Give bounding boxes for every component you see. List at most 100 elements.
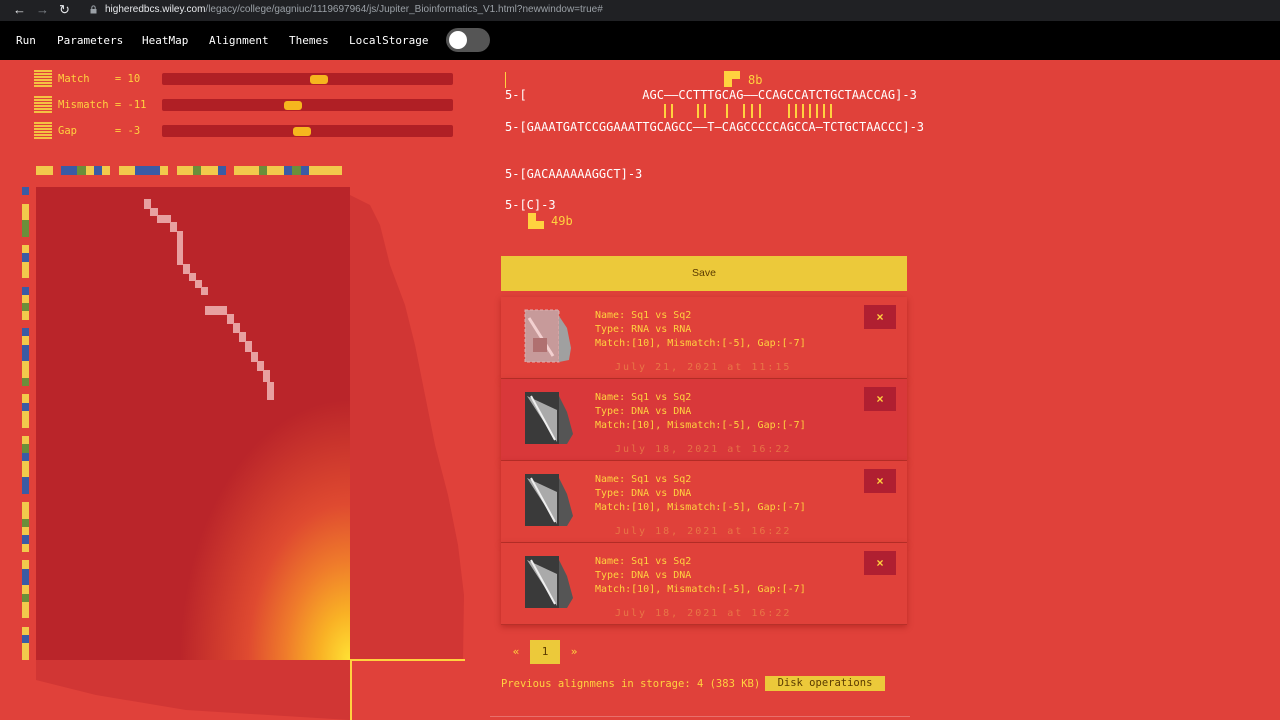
nucleotide-cell (22, 560, 29, 569)
sequence-1: 5-[ AGC——CCTTTGCAG——CCAGCCATCTGCTAACCAG]… (505, 88, 917, 102)
nucleotide-cell (22, 427, 29, 436)
nucleotide-cell (201, 166, 210, 175)
nucleotide-cell (22, 535, 29, 544)
nucleotide-cell (22, 286, 29, 295)
nucleotide-cell (135, 166, 144, 175)
nucleotide-cell (22, 411, 29, 420)
nucleotide-cell (22, 601, 29, 611)
nucleotide-cell (143, 166, 152, 175)
nucleotide-cell (22, 228, 29, 237)
reload-icon[interactable]: ↻ (59, 2, 70, 18)
lock-icon (90, 5, 97, 14)
sequence-3: 5-[GACAAAAAAGGCT]-3 (505, 167, 643, 181)
param-mismatch: Mismatch = -11 (34, 96, 454, 114)
sequence-2: 5-[GAAATGATCCGGAAATTGCAGCC——T—CAGCCCCCAG… (505, 120, 925, 134)
address-bar[interactable]: higheredbcs.wiley.com/legacy/college/gag… (105, 4, 603, 16)
param-gap: Gap = -3 (34, 122, 454, 140)
match-slider-thumb[interactable] (310, 75, 328, 84)
nucleotide-cell (126, 166, 136, 175)
nucleotide-cell (300, 166, 309, 175)
nucleotide-cell (22, 585, 29, 594)
menu-alignment[interactable]: Alignment (209, 34, 269, 48)
nucleotide-cell (22, 469, 29, 478)
nucleotide-cell (93, 166, 103, 175)
saved-item[interactable]: Name: Sq1 vs Sq2 Type: DNA vs DNA Match:… (501, 379, 907, 461)
pagination-page-1[interactable]: 1 (530, 640, 560, 664)
menu-run[interactable]: Run (16, 34, 36, 48)
nucleotide-cell (168, 166, 177, 175)
alignment-path (144, 199, 274, 400)
nucleotide-cell (36, 166, 45, 175)
nucleotide-cell (341, 166, 351, 175)
saved-item-params: Match:[10], Mismatch:[-5], Gap:[-7] (595, 338, 806, 349)
nucleotide-cell (22, 319, 29, 329)
match-icon (34, 70, 52, 87)
saved-item-name: Name: Sq1 vs Sq2 (595, 392, 692, 403)
save-button[interactable]: Save (501, 256, 907, 291)
nucleotide-cell (22, 253, 29, 262)
nucleotide-cell (22, 377, 29, 387)
heatmap-thumbnail (525, 474, 573, 526)
gap-slider-thumb[interactable] (293, 127, 311, 136)
delete-button[interactable]: × (864, 387, 896, 411)
nucleotide-cell (22, 510, 29, 519)
heatmap-top-sequence (36, 166, 351, 175)
nucleotide-cell (22, 211, 29, 221)
disk-operations-button[interactable]: Disk operations (765, 676, 885, 691)
nucleotide-cell (22, 626, 29, 636)
nucleotide-cell (159, 166, 169, 175)
saved-item-params: Match:[10], Mismatch:[-5], Gap:[-7] (595, 502, 806, 513)
nucleotide-cell (193, 166, 202, 175)
saved-item[interactable]: Name: Sq1 vs Sq2 Type: DNA vs DNA Match:… (501, 543, 907, 625)
saved-item-date: July 18, 2021 at 16:22 (615, 526, 792, 537)
menu-parameters[interactable]: Parameters (57, 34, 123, 48)
match-slider[interactable] (162, 73, 453, 85)
delete-button[interactable]: × (864, 469, 896, 493)
nucleotide-cell (118, 166, 127, 175)
saved-item-name: Name: Sq1 vs Sq2 (595, 310, 692, 321)
mismatch-slider-thumb[interactable] (284, 101, 302, 110)
pagination-next[interactable]: » (566, 640, 582, 664)
storage-status: Previous alignmens in storage: 4 (383 KB… (501, 678, 761, 690)
nucleotide-cell (22, 369, 29, 378)
nucleotide-cell (22, 444, 29, 453)
saved-item[interactable]: Name: Sq1 vs Sq2 Type: DNA vs DNA Match:… (501, 461, 907, 543)
nucleotide-cell (22, 593, 29, 602)
nucleotide-cell (22, 502, 29, 511)
saved-item-date: July 21, 2021 at 11:15 (615, 362, 792, 373)
menu-heatmap[interactable]: HeatMap (142, 34, 188, 48)
heatmap-matrix[interactable] (36, 187, 350, 660)
nucleotide-cell (22, 386, 29, 395)
back-arrow-icon[interactable]: ← (13, 2, 26, 18)
nucleotide-cell (22, 576, 29, 586)
nucleotide-cell (22, 278, 29, 287)
nucleotide-cell (22, 220, 29, 229)
nucleotide-cell (60, 166, 70, 175)
nucleotide-cell (22, 402, 29, 412)
nucleotide-cell (22, 618, 29, 627)
nucleotide-cell (317, 166, 326, 175)
pagination-prev[interactable]: « (508, 640, 524, 664)
nucleotide-cell (242, 166, 251, 175)
saved-item-info: Name: Sq1 vs Sq2 Type: DNA vs DNA Match:… (595, 555, 806, 597)
nucleotide-cell (283, 166, 293, 175)
forward-arrow-icon[interactable]: → (36, 2, 49, 18)
theme-toggle[interactable] (446, 28, 490, 52)
gap-slider[interactable] (162, 125, 453, 137)
menu-localstorage[interactable]: LocalStorage (349, 34, 428, 48)
nucleotide-cell (22, 236, 29, 246)
delete-button[interactable]: × (864, 551, 896, 575)
divider (490, 716, 910, 717)
delete-button[interactable]: × (864, 305, 896, 329)
nucleotide-cell (22, 527, 29, 536)
nucleotide-cell (69, 166, 78, 175)
saved-item[interactable]: Name: Sq1 vs Sq2 Type: RNA vs RNA Match:… (501, 297, 907, 379)
nucleotide-cell (209, 166, 218, 175)
menu-themes[interactable]: Themes (289, 34, 329, 48)
mismatch-slider[interactable] (162, 99, 453, 111)
nucleotide-cell (325, 166, 334, 175)
nucleotide-cell (110, 166, 119, 175)
nucleotide-cell (308, 166, 318, 175)
nucleotide-cell (102, 166, 111, 175)
marker-top-label: 8b (748, 73, 763, 87)
